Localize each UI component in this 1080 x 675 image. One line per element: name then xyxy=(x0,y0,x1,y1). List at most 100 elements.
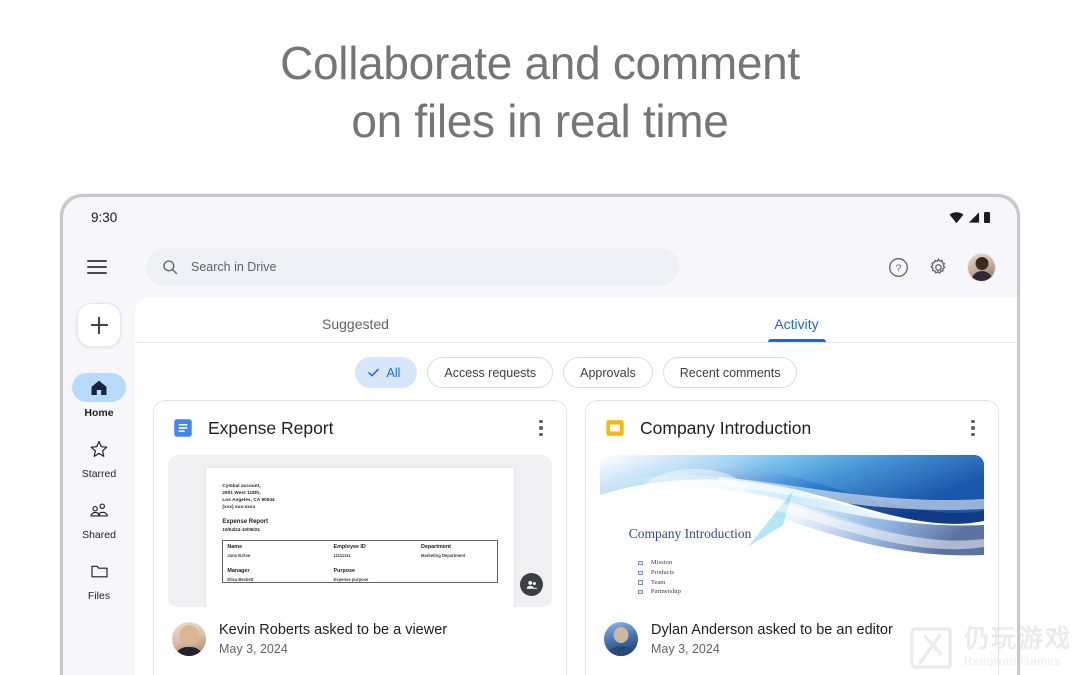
battery-icon xyxy=(984,211,990,223)
sidebar-item-starred[interactable]: Starred xyxy=(67,434,131,480)
doc-th-employee-id: Employee ID xyxy=(333,544,366,550)
tab-suggested[interactable]: Suggested xyxy=(135,297,576,342)
doc-address-line-3: Los Angeles, CA 90044 xyxy=(222,497,275,502)
slide-bullet-label: Products xyxy=(650,568,674,576)
sidebar: Home Starred Shared Files xyxy=(63,297,135,675)
doc-td-department: Marketing Department xyxy=(420,553,466,558)
activity-text-wrap: Kevin Roberts asked to be a viewer May 3… xyxy=(219,622,447,656)
hamburger-menu-icon[interactable] xyxy=(87,254,113,280)
doc-td-purpose: Expense purpose xyxy=(333,577,369,582)
google-slides-icon xyxy=(606,420,624,436)
doc-report-title: Expense Report xyxy=(222,519,269,525)
people-badge-icon xyxy=(520,573,543,596)
slide-bullet-item: Partnership xyxy=(638,587,681,597)
slide-bullet-item: Team xyxy=(638,578,681,588)
sidebar-item-files[interactable]: Files xyxy=(67,556,131,602)
doc-address-line-4: (xxx) xxx-xxxx xyxy=(222,504,256,509)
check-icon xyxy=(367,366,380,379)
card-title-expense-report: Expense Report xyxy=(208,417,334,438)
status-bar: 9:30 xyxy=(63,197,1017,237)
new-file-button[interactable] xyxy=(77,303,121,347)
card-expense-report[interactable]: Expense Report Cymbal account, 2901 West… xyxy=(153,400,567,675)
headline-line-1: Collaborate and comment xyxy=(280,37,800,89)
kevin-roberts-avatar xyxy=(172,622,206,656)
device-frame: 9:30 Search in Drive ? Home Starred Shar… xyxy=(60,194,1020,675)
chip-recent-comments[interactable]: Recent comments xyxy=(662,357,798,388)
top-app-bar: Search in Drive ? xyxy=(63,237,1017,297)
help-icon[interactable]: ? xyxy=(888,257,909,278)
doc-address-line-1: Cymbal account, xyxy=(222,483,261,488)
doc-table-value-row-1: Jane B.Doe 11111111 Marketing Department xyxy=(223,550,496,558)
card-thumbnail-expense-report[interactable]: Cymbal account, 2901 West 118th, Los Ang… xyxy=(168,455,552,607)
people-icon xyxy=(90,503,108,517)
kebab-menu-icon[interactable] xyxy=(530,417,552,439)
bullet-square-icon xyxy=(638,589,643,595)
activity-text-wrap: Dylan Anderson asked to be an editor May… xyxy=(651,622,893,656)
chip-all[interactable]: All xyxy=(354,357,418,388)
device-screen: 9:30 Search in Drive ? Home Starred Shar… xyxy=(63,197,1017,675)
doc-th-name: Name xyxy=(227,544,243,550)
sidebar-item-home[interactable]: Home xyxy=(67,373,131,419)
home-icon xyxy=(91,380,107,395)
google-docs-icon xyxy=(174,419,192,437)
search-input[interactable]: Search in Drive xyxy=(146,248,679,286)
card-header: Expense Report xyxy=(154,401,566,455)
settings-gear-icon[interactable] xyxy=(928,257,949,278)
doc-table-value-row-2: Elisa Beckett Expense purpose xyxy=(223,574,496,582)
chip-all-label: All xyxy=(386,365,401,380)
user-avatar[interactable] xyxy=(968,253,995,281)
card-company-introduction[interactable]: Company Introduction Company Introductio… xyxy=(585,400,999,675)
kebab-menu-icon[interactable] xyxy=(962,417,984,439)
dylan-anderson-avatar xyxy=(604,622,638,656)
doc-th-department: Department xyxy=(420,544,451,550)
activity-title: Dylan Anderson asked to be an editor xyxy=(651,622,893,638)
bullet-square-icon xyxy=(638,570,643,575)
doc-table-header-row-2: Manager Purpose xyxy=(223,565,496,574)
slide-bullet-label: Mission xyxy=(650,559,673,567)
doc-th-manager: Manager xyxy=(227,568,250,574)
doc-page: Cymbal account, 2901 West 118th, Los Ang… xyxy=(206,468,514,607)
chip-approvals[interactable]: Approvals xyxy=(563,357,653,388)
slide-bullet-item: Products xyxy=(638,568,681,578)
page-root: Collaborate and comment on files in real… xyxy=(0,0,1080,675)
svg-text:?: ? xyxy=(896,262,902,274)
card-thumbnail-company-introduction[interactable]: Company Introduction Mission Products Te… xyxy=(600,455,984,607)
bullet-square-icon xyxy=(638,560,643,566)
app-body: Home Starred Shared Files Suggested Acti… xyxy=(63,297,1017,675)
tab-bar: Suggested Activity xyxy=(135,297,1017,343)
app-bar-actions: ? xyxy=(888,253,995,281)
wifi-icon xyxy=(949,211,964,223)
card-header: Company Introduction xyxy=(586,401,998,455)
activity-row-dylan[interactable]: Dylan Anderson asked to be an editor May… xyxy=(586,607,998,656)
status-icons xyxy=(949,211,991,224)
card-list: Expense Report Cymbal account, 2901 West… xyxy=(135,400,1017,675)
home-icon-wrap xyxy=(72,373,126,402)
chip-access-requests[interactable]: Access requests xyxy=(427,357,554,388)
star-icon-wrap xyxy=(72,434,126,463)
people-icon-wrap xyxy=(72,495,126,524)
doc-address-line-2: 2901 West 118th, xyxy=(222,490,261,495)
slide-bullet-label: Partnership xyxy=(650,588,681,596)
page-title: Collaborate and comment on files in real… xyxy=(0,34,1080,150)
sidebar-label-shared: Shared xyxy=(82,529,116,541)
doc-preview: Cymbal account, 2901 West 118th, Los Ang… xyxy=(168,455,552,607)
slide-bullet-item: Mission xyxy=(638,558,681,568)
sidebar-label-files: Files xyxy=(87,590,111,602)
doc-table: Name Employee ID Department Jane B.Doe 1… xyxy=(222,540,498,583)
doc-table-header-row-1: Name Employee ID Department xyxy=(223,541,496,550)
star-icon xyxy=(90,440,108,457)
folder-icon-wrap xyxy=(72,556,126,585)
sidebar-item-shared[interactable]: Shared xyxy=(67,495,131,541)
doc-td-name: Jane B.Doe xyxy=(227,553,251,558)
tab-activity[interactable]: Activity xyxy=(576,297,1017,342)
doc-td-manager: Elisa Beckett xyxy=(227,577,254,582)
card-title-company-introduction: Company Introduction xyxy=(640,417,812,438)
main-content: Suggested Activity All Access requests A… xyxy=(135,297,1017,675)
doc-td-employee-id: 11111111 xyxy=(333,553,351,558)
activity-date: May 3, 2024 xyxy=(219,642,288,656)
doc-date-range: 10/04/24-10/05/24 xyxy=(222,527,260,532)
slide-bullet-label: Team xyxy=(650,578,666,586)
search-icon xyxy=(163,260,178,275)
activity-row-kevin[interactable]: Kevin Roberts asked to be a viewer May 3… xyxy=(154,607,566,656)
sidebar-label-starred: Starred xyxy=(81,468,117,480)
